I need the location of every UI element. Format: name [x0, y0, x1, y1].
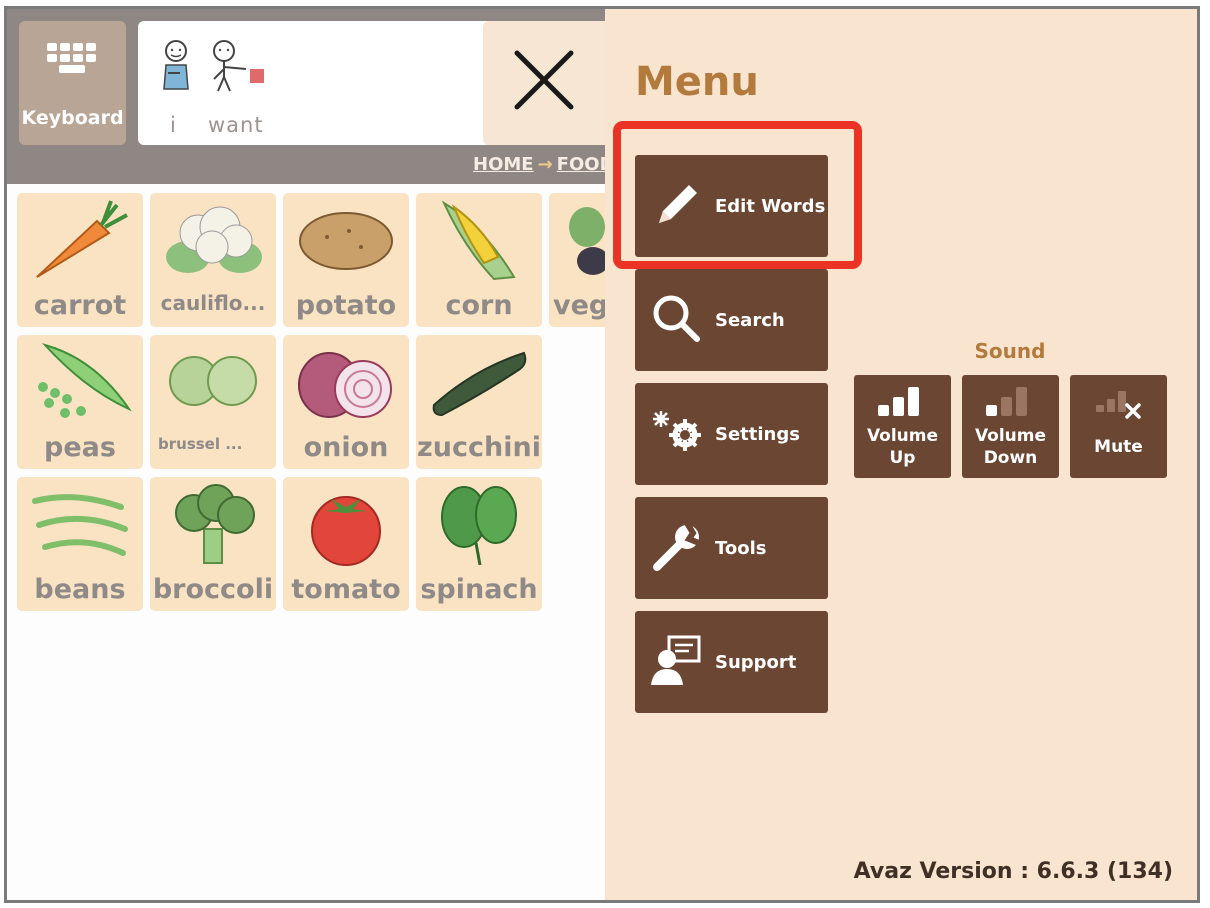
close-icon — [514, 50, 574, 110]
message-bar[interactable]: i want — [138, 21, 498, 145]
menu-title: Menu — [635, 59, 759, 105]
mute-button[interactable]: Mute — [1070, 375, 1167, 478]
tile-label: spinach — [420, 574, 538, 605]
wrench-icon — [653, 521, 701, 571]
settings-button[interactable]: Settings — [635, 383, 828, 485]
breadcrumb-home[interactable]: HOME — [473, 154, 534, 175]
tile-cauliflower[interactable]: cauliflo... — [150, 193, 276, 327]
tile-broccoli[interactable]: broccoli — [150, 477, 276, 611]
corn-icon — [441, 200, 516, 281]
sound-label: Mute — [1094, 437, 1143, 457]
menu-item-label: Search — [715, 310, 785, 331]
peas-icon — [38, 343, 132, 418]
cauliflower-icon — [166, 206, 262, 273]
sound-title: Sound — [974, 339, 1046, 363]
close-button[interactable] — [483, 21, 613, 145]
tile-label: cauliflo... — [160, 291, 266, 315]
zucchini-icon — [432, 351, 527, 417]
tile-label: beans — [34, 574, 126, 605]
sentence-word: want — [208, 113, 264, 137]
tile-beans[interactable]: beans — [17, 477, 143, 611]
potato-icon — [299, 212, 393, 270]
tile-spinach[interactable]: spinach — [416, 477, 542, 611]
sound-label: Volume Down — [974, 426, 1047, 468]
keyboard-icon — [47, 43, 97, 83]
support-icon — [651, 635, 701, 685]
broccoli-icon — [175, 484, 255, 564]
sound-label: Volume Up — [866, 426, 939, 468]
version-text: Avaz Version : 6.6.3 (134) — [853, 859, 1173, 884]
tile-label: broccoli — [152, 574, 274, 605]
tile-label: peas — [44, 432, 116, 463]
tile-brussel-sprouts[interactable]: brussel ... — [150, 335, 276, 469]
volume-up-button[interactable]: Volume Up — [854, 375, 951, 478]
tools-button[interactable]: Tools — [635, 497, 828, 599]
arrow-right-icon: → — [537, 154, 553, 175]
person-want-icon — [213, 40, 264, 92]
tile-tomato[interactable]: tomato — [283, 477, 409, 611]
tile-potato[interactable]: potato — [283, 193, 409, 327]
tile-peas[interactable]: peas — [17, 335, 143, 469]
menu-item-label: Tools — [715, 538, 767, 559]
volume-down-button[interactable]: Volume Down — [962, 375, 1059, 478]
tile-label: tomato — [291, 574, 401, 605]
volume-down-icon — [986, 387, 1027, 416]
breadcrumb: HOME → FOOD — [473, 154, 615, 175]
search-button[interactable]: Search — [635, 269, 828, 371]
keyboard-button[interactable]: Keyboard — [19, 21, 126, 145]
tile-label: zucchini — [417, 432, 541, 463]
carrot-icon — [36, 200, 128, 278]
tile-onion[interactable]: onion — [283, 335, 409, 469]
onion-icon — [298, 352, 392, 418]
highlight-box — [613, 121, 862, 269]
beans-icon — [32, 494, 128, 556]
tile-corn[interactable]: corn — [416, 193, 542, 327]
tile-label: onion — [303, 432, 389, 463]
tile-label: carrot — [33, 290, 127, 321]
tile-label: corn — [445, 290, 513, 321]
menu-item-label: Settings — [715, 424, 800, 445]
tile-label: potato — [295, 290, 397, 321]
sentence-word: i — [170, 113, 177, 137]
mute-icon — [1096, 391, 1141, 419]
tile-carrot[interactable]: carrot — [17, 193, 143, 327]
tile-label: brussel ... — [158, 435, 243, 453]
app-window: Keyboard i want HOME → FOOD carrot cauli… — [4, 6, 1200, 903]
support-button[interactable]: Support — [635, 611, 828, 713]
menu-item-label: Support — [715, 652, 797, 673]
keyboard-label: Keyboard — [21, 107, 124, 129]
volume-up-icon — [878, 387, 919, 416]
spinach-icon — [441, 486, 517, 566]
search-icon — [653, 295, 700, 342]
menu-panel: Menu Edit Words Search Settings Tools Su… — [605, 9, 1197, 900]
tomato-icon — [311, 496, 381, 566]
person-i-icon — [163, 40, 189, 90]
gear-icon — [653, 411, 701, 451]
tile-zucchini[interactable]: zucchini — [416, 335, 542, 469]
brussel-sprouts-icon — [169, 356, 257, 406]
